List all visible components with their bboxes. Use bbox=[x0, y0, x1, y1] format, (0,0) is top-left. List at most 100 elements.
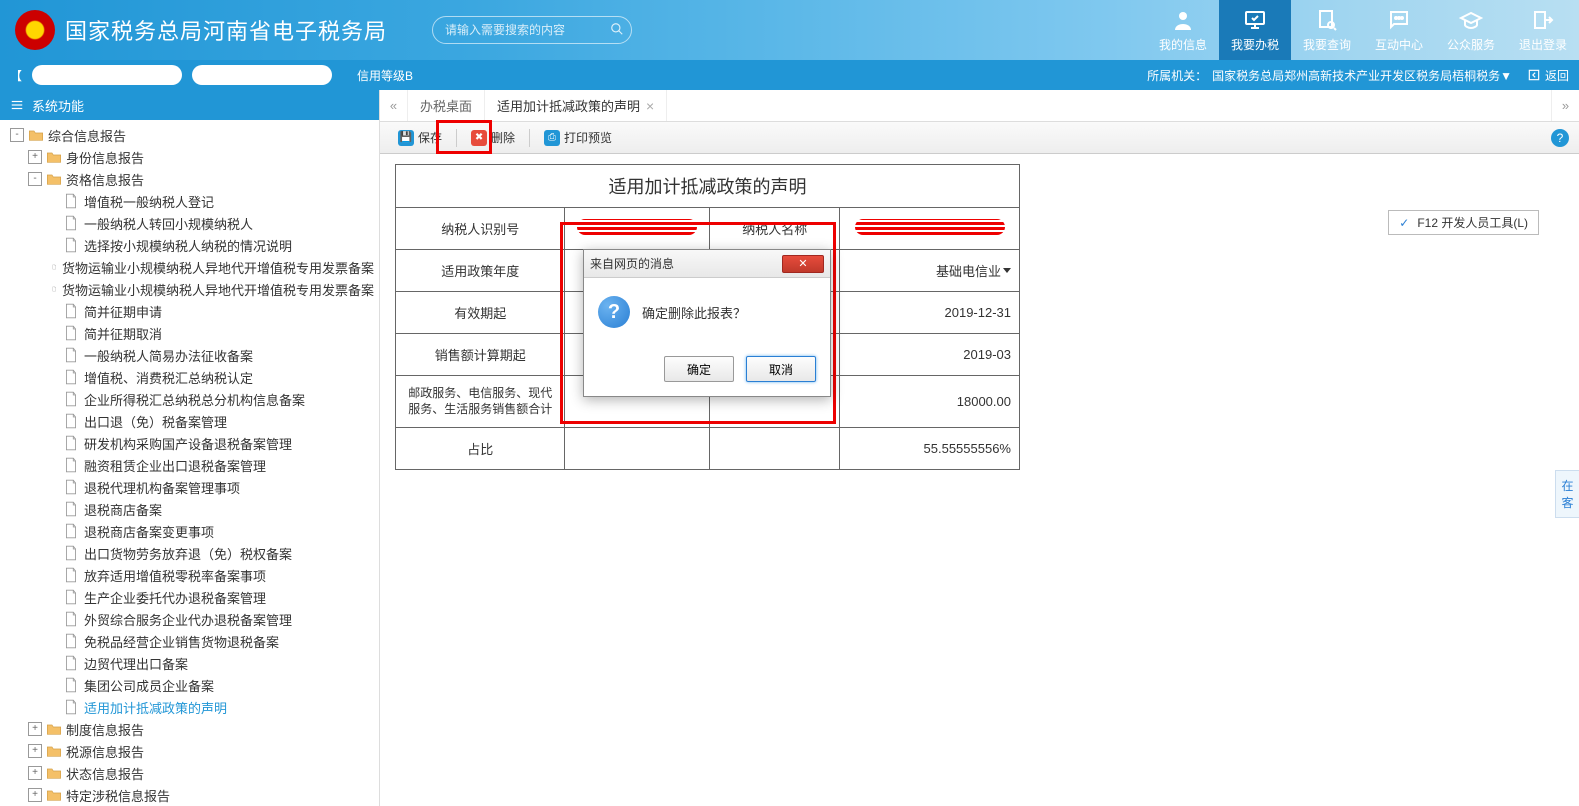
tree-item-16[interactable]: 出口货物劳务放弃退（免）税权备案 bbox=[0, 542, 379, 564]
taxpayer-name-label: 纳税人名称 bbox=[710, 208, 840, 250]
tree-item-8[interactable]: 增值税、消费税汇总纳税认定 bbox=[0, 366, 379, 388]
search-icon[interactable] bbox=[610, 22, 624, 36]
tree-item-13[interactable]: 退税代理机构备案管理事项 bbox=[0, 476, 379, 498]
tab-desktop[interactable]: 办税桌面 bbox=[408, 90, 485, 121]
nav-logout[interactable]: 退出登录 bbox=[1507, 0, 1579, 60]
tree-bottom-3[interactable]: +特定涉税信息报告 bbox=[0, 784, 379, 806]
collapse-icon[interactable]: - bbox=[10, 128, 24, 142]
org-select[interactable]: 国家税务总局郑州高新技术产业开发区税务局梧桐税务▼ bbox=[1212, 67, 1512, 84]
chat-icon bbox=[1387, 8, 1411, 32]
tree-item-11[interactable]: 研发机构采购国产设备退税备案管理 bbox=[0, 432, 379, 454]
tree-item-5[interactable]: 简并征期申请 bbox=[0, 300, 379, 322]
tree-item-4[interactable]: 货物运输业小规模纳税人异地代开增值税专用发票备案 bbox=[0, 278, 379, 300]
ratio-value: 55.55555556% bbox=[840, 428, 1020, 470]
policy-year-label: 适用政策年度 bbox=[396, 250, 565, 292]
tree-item-19[interactable]: 外贸综合服务企业代办退税备案管理 bbox=[0, 608, 379, 630]
expand-icon[interactable]: + bbox=[28, 788, 42, 802]
sidebar-title: 系统功能 bbox=[32, 96, 84, 115]
dialog-close-button[interactable]: ✕ bbox=[782, 255, 824, 273]
sub-header: 【 信用等级B 所属机关： 国家税务总局郑州高新技术产业开发区税务局梧桐税务▼ … bbox=[0, 60, 1579, 90]
print-icon: ⎙ bbox=[544, 130, 560, 146]
taxpayer-id-label: 纳税人识别号 bbox=[396, 208, 565, 250]
site-title: 国家税务总局河南省电子税务局 bbox=[65, 14, 387, 46]
app-header: 国家税务总局河南省电子税务局 我的信息 我要办税 我要查询 互动中心 公众服务 bbox=[0, 0, 1579, 60]
nav-public[interactable]: 公众服务 bbox=[1435, 0, 1507, 60]
dialog-titlebar[interactable]: 来自网页的消息 ✕ bbox=[584, 250, 830, 278]
taxpayer-name-value bbox=[840, 208, 1020, 250]
toolbar: 💾 保存 ✖ 删除 ⎙ 打印预览 ? bbox=[380, 122, 1579, 154]
monitor-icon bbox=[1243, 8, 1267, 32]
help-icon[interactable]: ? bbox=[1551, 129, 1569, 147]
tree-bottom-0[interactable]: +制度信息报告 bbox=[0, 718, 379, 740]
dialog-ok-button[interactable]: 确定 bbox=[664, 356, 734, 382]
redacted-icon bbox=[855, 219, 1005, 235]
tab-prev-button[interactable]: « bbox=[380, 90, 408, 121]
tree-item-1[interactable]: 一般纳税人转回小规模纳税人 bbox=[0, 212, 379, 234]
back-link[interactable]: 返回 bbox=[1527, 67, 1569, 84]
user-icon bbox=[1171, 8, 1195, 32]
dialog-footer: 确定 取消 bbox=[584, 346, 830, 396]
tree-item-3[interactable]: 货物运输业小规模纳税人异地代开增值税专用发票备案 bbox=[0, 256, 379, 278]
redacted-user bbox=[32, 65, 182, 85]
sales-period-label: 销售额计算期起 bbox=[396, 334, 565, 376]
expand-icon[interactable]: + bbox=[28, 150, 42, 164]
question-icon: ? bbox=[598, 296, 630, 328]
total-sales-value: 18000.00 bbox=[840, 376, 1020, 428]
dialog-body: ? 确定删除此报表？ bbox=[584, 278, 830, 346]
tab-declaration[interactable]: 适用加计抵减政策的声明 × bbox=[485, 90, 667, 121]
nav-do-tax[interactable]: 我要办税 bbox=[1219, 0, 1291, 60]
tree-qual-info[interactable]: -资格信息报告 bbox=[0, 168, 379, 190]
exit-icon bbox=[1531, 8, 1555, 32]
tree-item-6[interactable]: 简并征期取消 bbox=[0, 322, 379, 344]
dialog-message: 确定删除此报表？ bbox=[642, 303, 746, 322]
tree-item-20[interactable]: 免税品经营企业销售货物退税备案 bbox=[0, 630, 379, 652]
tree-item-12[interactable]: 融资租赁企业出口退税备案管理 bbox=[0, 454, 379, 476]
tree-root[interactable]: -综合信息报告 bbox=[0, 124, 379, 146]
tree-item-0[interactable]: 增值税一般纳税人登记 bbox=[0, 190, 379, 212]
expand-icon[interactable]: + bbox=[28, 766, 42, 780]
online-service-float[interactable]: 在客 bbox=[1555, 470, 1579, 518]
nav-interact[interactable]: 互动中心 bbox=[1363, 0, 1435, 60]
collapse-icon[interactable]: - bbox=[28, 172, 42, 186]
expand-icon[interactable]: + bbox=[28, 722, 42, 736]
nav-query[interactable]: 我要查询 bbox=[1291, 0, 1363, 60]
emblem-icon bbox=[15, 10, 55, 50]
credit-level: 信用等级B bbox=[357, 67, 413, 84]
search-input[interactable] bbox=[432, 16, 632, 44]
tree-item-21[interactable]: 边贸代理出口备案 bbox=[0, 652, 379, 674]
industry-select[interactable]: 基础电信业 bbox=[840, 250, 1020, 292]
form-area: 适用加计抵减政策的声明 纳税人识别号 纳税人名称 适用政策年度 2019 所属行… bbox=[380, 154, 1579, 480]
tree-item-9[interactable]: 企业所得税汇总纳税总分机构信息备案 bbox=[0, 388, 379, 410]
dev-tools-toggle[interactable]: ✓ F12 开发人员工具(L) bbox=[1388, 210, 1539, 235]
chevron-down-icon bbox=[1003, 268, 1011, 273]
tree-bottom-2[interactable]: +状态信息报告 bbox=[0, 762, 379, 784]
org-label: 所属机关： bbox=[1147, 67, 1207, 84]
tree-item-15[interactable]: 退税商店备案变更事项 bbox=[0, 520, 379, 542]
nav-my-info[interactable]: 我的信息 bbox=[1147, 0, 1219, 60]
tree-item-14[interactable]: 退税商店备案 bbox=[0, 498, 379, 520]
tree-item-23[interactable]: 适用加计抵减政策的声明 bbox=[0, 696, 379, 718]
doc-search-icon bbox=[1315, 8, 1339, 32]
save-button[interactable]: 💾 保存 bbox=[390, 126, 450, 149]
tree-id-info[interactable]: +身份信息报告 bbox=[0, 146, 379, 168]
save-icon: 💾 bbox=[398, 130, 414, 146]
form-title: 适用加计抵减政策的声明 bbox=[395, 164, 1020, 207]
dialog-title-text: 来自网页的消息 bbox=[590, 255, 674, 272]
print-preview-button[interactable]: ⎙ 打印预览 bbox=[536, 126, 620, 149]
tree-bottom-1[interactable]: +税源信息报告 bbox=[0, 740, 379, 762]
nav-tree: -综合信息报告+身份信息报告-资格信息报告增值税一般纳税人登记一般纳税人转回小规… bbox=[0, 120, 379, 806]
tree-item-18[interactable]: 生产企业委托代办退税备案管理 bbox=[0, 586, 379, 608]
dialog-cancel-button[interactable]: 取消 bbox=[746, 356, 816, 382]
tree-item-17[interactable]: 放弃适用增值税零税率备案事项 bbox=[0, 564, 379, 586]
tree-item-22[interactable]: 集团公司成员企业备案 bbox=[0, 674, 379, 696]
close-icon[interactable]: × bbox=[646, 98, 654, 114]
expand-icon[interactable]: + bbox=[28, 744, 42, 758]
tree-item-10[interactable]: 出口退（免）税备案管理 bbox=[0, 410, 379, 432]
tree-item-2[interactable]: 选择按小规模纳税人纳税的情况说明 bbox=[0, 234, 379, 256]
tab-next-button[interactable]: » bbox=[1551, 90, 1579, 121]
sales-period-to[interactable]: 2019-03 bbox=[840, 334, 1020, 376]
delete-button[interactable]: ✖ 删除 bbox=[463, 126, 523, 149]
grad-icon bbox=[1459, 8, 1483, 32]
valid-to-value[interactable]: 2019-12-31 bbox=[840, 292, 1020, 334]
tree-item-7[interactable]: 一般纳税人简易办法征收备案 bbox=[0, 344, 379, 366]
